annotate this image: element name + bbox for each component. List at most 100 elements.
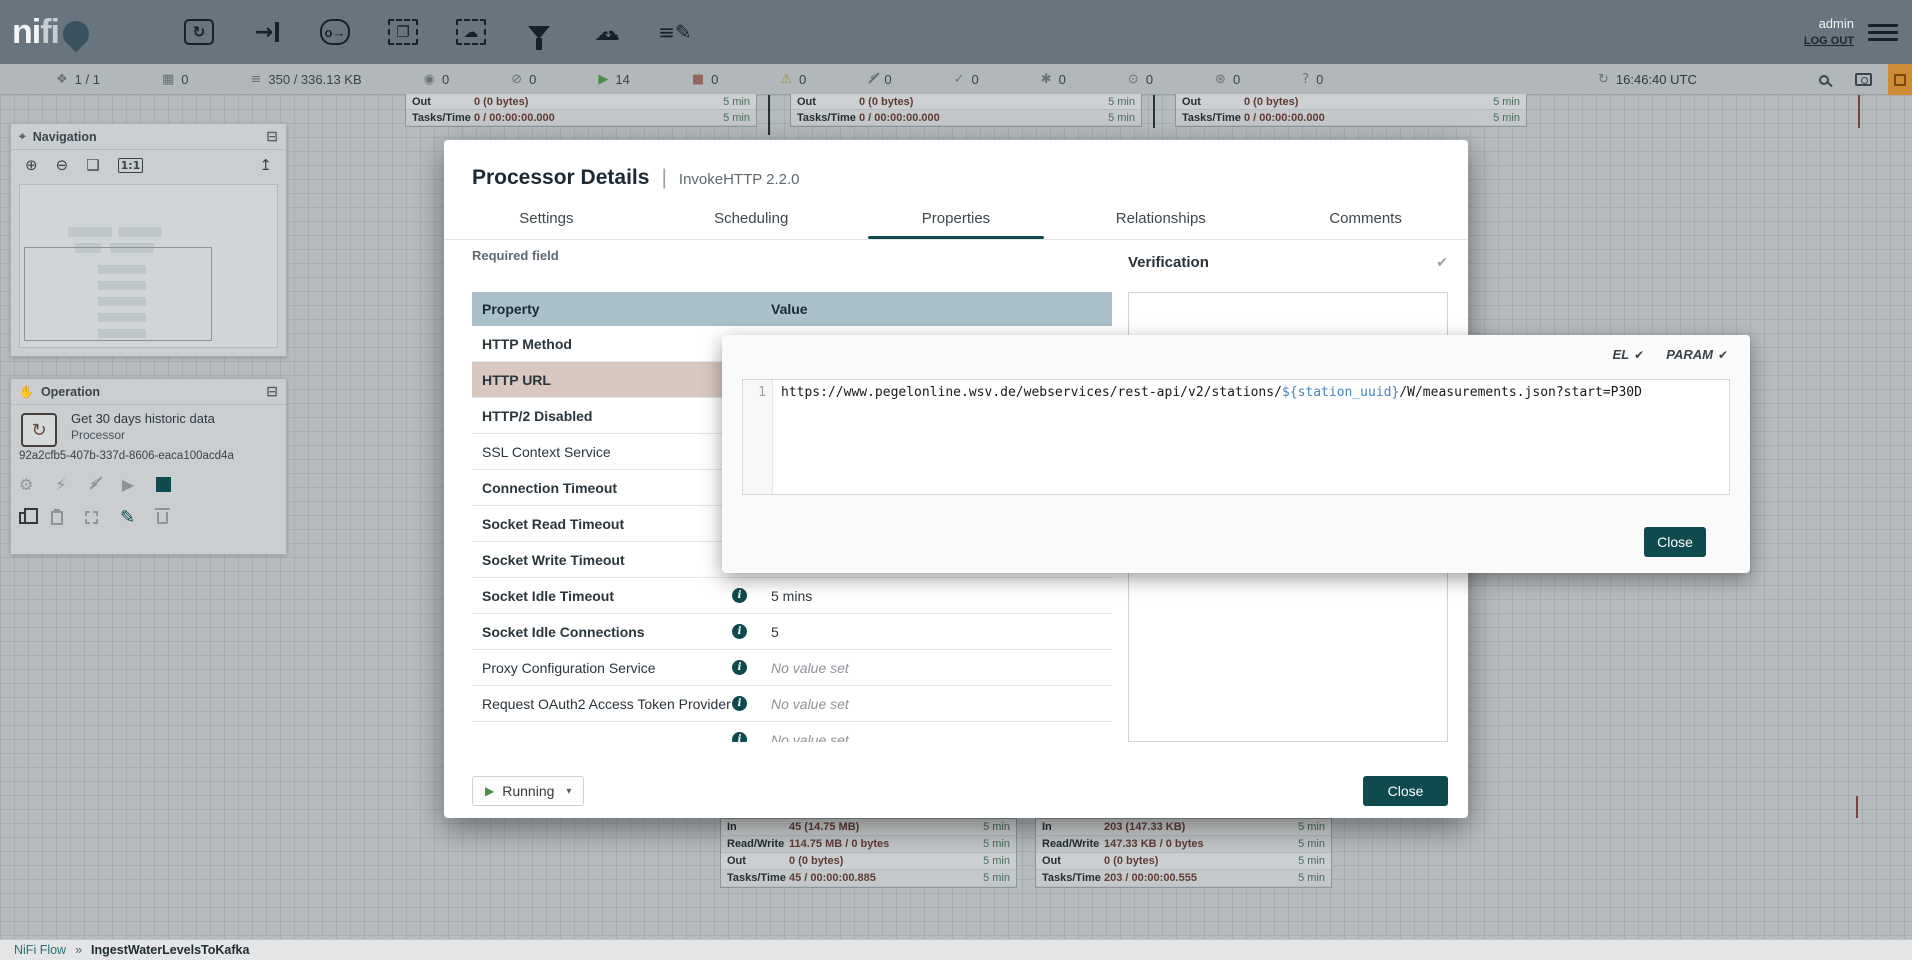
disable-bolt-icon[interactable]: ⚡ xyxy=(89,475,100,494)
processor-stats[interactable]: Out0 (0 bytes)5 min Tasks/Time0 / 00:00:… xyxy=(1175,94,1527,127)
property-column-header: Property xyxy=(472,301,755,317)
status-not-transmitting: ⊘0 xyxy=(511,72,536,87)
logout-link[interactable]: LOG OUT xyxy=(1804,35,1854,47)
status-locally-modified: ✱0 xyxy=(1041,72,1066,87)
bulletin-indicator[interactable] xyxy=(1888,64,1912,95)
collapse-icon[interactable]: ⊟ xyxy=(266,384,278,400)
check-icon: ✓ xyxy=(954,72,965,87)
status-active-threads: ▦0 xyxy=(162,72,189,87)
zoom-fit-icon[interactable]: ❏ xyxy=(86,156,99,174)
processor-stats[interactable]: In45 (14.75 MB)5 min Read/Write114.75 MB… xyxy=(720,818,1017,888)
info-icon[interactable]: i xyxy=(732,588,747,603)
tab-scheduling[interactable]: Scheduling xyxy=(649,198,854,239)
property-value-editor[interactable]: 1 https://www.pegelonline.wsv.de/webserv… xyxy=(742,379,1730,495)
value-column-header: Value xyxy=(755,301,1112,317)
refresh-icon[interactable]: ↻ xyxy=(1598,72,1609,87)
search-icon[interactable] xyxy=(1819,75,1829,85)
processor-stats[interactable]: In203 (147.33 KB)5 min Read/Write147.33 … xyxy=(1035,818,1332,888)
info-icon[interactable]: i xyxy=(732,732,747,742)
editor-close-button[interactable]: Close xyxy=(1644,527,1706,557)
tab-relationships[interactable]: Relationships xyxy=(1058,198,1263,239)
last-refresh[interactable]: ↻ 16:46:40 UTC xyxy=(1598,72,1697,87)
table-row[interactable]: Socket Idle Connectionsi5 xyxy=(472,614,1112,650)
el-supported-badge: EL✔ xyxy=(1613,347,1645,362)
remote-process-group-drag-icon[interactable]: ☁ xyxy=(452,13,490,51)
output-port-drag-icon[interactable]: o→ xyxy=(316,13,354,51)
status-connected-nodes: ❖1 / 1 xyxy=(56,72,100,87)
el-open-brace: ${ xyxy=(1282,385,1298,400)
zoom-in-icon[interactable]: ⊕ xyxy=(25,156,38,174)
viewport-rect[interactable] xyxy=(24,247,212,341)
param-check-icon: ✔ xyxy=(1718,348,1728,362)
run-status-label: Running xyxy=(502,783,554,799)
table-row[interactable]: Request OAuth2 Access Token ProvideriNo … xyxy=(472,686,1112,722)
leave-group-icon[interactable]: ↥ xyxy=(259,156,272,174)
table-row[interactable]: iNo value set xyxy=(472,722,1112,742)
run-status-dropdown[interactable]: ▶ Running ▾ xyxy=(472,776,584,806)
color-brush-icon[interactable]: ✎ xyxy=(120,507,135,528)
threads-grid-icon: ▦ xyxy=(162,72,174,87)
status-running: ▶14 xyxy=(598,72,629,87)
status-stale: ⊙0 xyxy=(1128,72,1153,87)
group-icon[interactable] xyxy=(85,511,98,524)
current-user: admin xyxy=(1804,16,1854,31)
start-play-icon[interactable]: ▶ xyxy=(122,475,134,494)
verification-title: Verification xyxy=(1128,254,1209,271)
transmitting-icon: ◉ xyxy=(424,72,435,87)
processor-stats[interactable]: Out0 (0 bytes)5 min Tasks/Time0 / 00:00:… xyxy=(405,94,757,127)
operate-icon: ✋ xyxy=(19,385,34,399)
verify-check-icon[interactable]: ✔ xyxy=(1436,255,1448,271)
global-menu-button[interactable] xyxy=(1868,17,1898,47)
collapse-icon[interactable]: ⊟ xyxy=(266,129,278,145)
paste-icon[interactable] xyxy=(51,511,63,525)
operation-title: Operation xyxy=(41,385,100,399)
cloud-download-icon[interactable]: ☁↓ xyxy=(588,13,626,51)
processor-icon: ↻ xyxy=(21,413,57,447)
line-number: 1 xyxy=(743,380,773,494)
el-check-icon: ✔ xyxy=(1634,348,1644,362)
birdseye-minimap[interactable] xyxy=(19,184,278,348)
not-transmitting-icon: ⊘ xyxy=(511,72,522,87)
configure-gear-icon[interactable]: ⚙ xyxy=(19,475,33,494)
breadcrumb-root-link[interactable]: NiFi Flow xyxy=(14,943,66,957)
table-row[interactable]: Socket Idle Timeouti5 mins xyxy=(472,578,1112,614)
label-drag-icon[interactable]: ≡✎ xyxy=(656,13,694,51)
dialog-subtitle: InvokeHTTP 2.2.0 xyxy=(679,171,800,188)
navigation-title: Navigation xyxy=(33,130,97,144)
connection-line xyxy=(768,95,770,135)
enable-bolt-icon[interactable]: ⚡ xyxy=(55,475,66,494)
refresh-time: 16:46:40 UTC xyxy=(1616,72,1697,87)
camera-icon[interactable] xyxy=(1855,73,1872,86)
breadcrumb: NiFi Flow » IngestWaterLevelsToKafka xyxy=(0,939,1912,960)
processor-stats[interactable]: Out0 (0 bytes)5 min Tasks/Time0 / 00:00:… xyxy=(790,94,1142,127)
dialog-close-button[interactable]: Close xyxy=(1363,776,1448,806)
tab-settings[interactable]: Settings xyxy=(444,198,649,239)
funnel-drag-icon[interactable] xyxy=(520,13,558,51)
tab-properties[interactable]: Properties xyxy=(854,198,1059,239)
asterisk-icon: ✱ xyxy=(1041,72,1052,87)
selected-component-name: Get 30 days historic data xyxy=(71,411,278,426)
value-editor-popup: EL✔ PARAM✔ 1 https://www.pegelonline.wsv… xyxy=(722,335,1750,573)
info-icon[interactable]: i xyxy=(732,696,747,711)
table-row[interactable]: Proxy Configuration ServiceiNo value set xyxy=(472,650,1112,686)
zoom-out-icon[interactable]: ⊖ xyxy=(56,156,69,174)
copy-icon[interactable] xyxy=(19,512,29,524)
navigation-icon: ⌖ xyxy=(19,129,26,144)
info-icon[interactable]: i xyxy=(732,660,747,675)
cluster-icon: ❖ xyxy=(56,72,68,87)
tab-comments[interactable]: Comments xyxy=(1263,198,1468,239)
input-port-drag-icon[interactable]: → xyxy=(248,13,286,51)
modified-stale-icon: ⊛ xyxy=(1215,72,1226,87)
table-header-row: Property Value xyxy=(472,292,1112,326)
status-up-to-date: ✓0 xyxy=(954,72,979,87)
status-sync-failure: ?0 xyxy=(1302,72,1323,87)
http-url-value[interactable]: https://www.pegelonline.wsv.de/webservic… xyxy=(773,380,1650,494)
delete-trash-icon[interactable] xyxy=(157,512,168,524)
warning-icon: ⚠ xyxy=(780,72,792,87)
processor-drag-icon[interactable]: ↻ xyxy=(180,13,218,51)
stop-icon[interactable] xyxy=(156,477,171,492)
info-icon[interactable]: i xyxy=(732,624,747,639)
zoom-actual-icon[interactable]: 1:1 xyxy=(118,158,144,173)
bulletin-icon xyxy=(1894,74,1906,86)
process-group-drag-icon[interactable]: ❐ xyxy=(384,13,422,51)
